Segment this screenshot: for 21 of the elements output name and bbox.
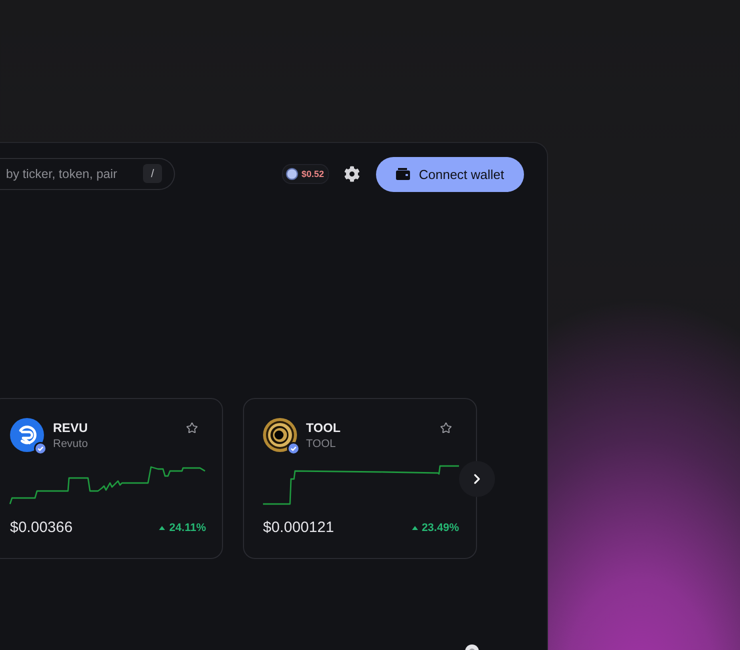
token-symbol: REVU xyxy=(53,421,88,435)
settings-icon[interactable] xyxy=(344,166,360,182)
token-card[interactable]: TOOL TOOL $0.000121 23.49% xyxy=(243,398,477,559)
star-icon[interactable] xyxy=(440,422,452,434)
price-change: 24.11% xyxy=(169,522,206,534)
connect-wallet-button[interactable]: Connect wallet xyxy=(376,156,524,192)
ring-logo-icon xyxy=(263,418,297,452)
token-price: $0.00366 xyxy=(10,519,73,536)
token-card[interactable]: REVU Revuto $0.00366 24.11% xyxy=(0,398,223,559)
token-name: TOOL xyxy=(306,438,336,450)
wallet-icon xyxy=(396,168,410,180)
price-change: 23.49% xyxy=(422,522,459,534)
price-text: $0.52 xyxy=(301,169,324,179)
token-name: Revuto xyxy=(53,438,88,450)
token-price: $0.000121 xyxy=(263,519,334,536)
shortcut-key: / xyxy=(143,164,162,183)
star-icon[interactable] xyxy=(186,422,198,434)
coin-icon xyxy=(286,168,298,180)
token-symbol: TOOL xyxy=(306,421,340,435)
price-pill[interactable]: $0.52 xyxy=(282,164,329,184)
coin-logo-icon xyxy=(10,418,44,452)
